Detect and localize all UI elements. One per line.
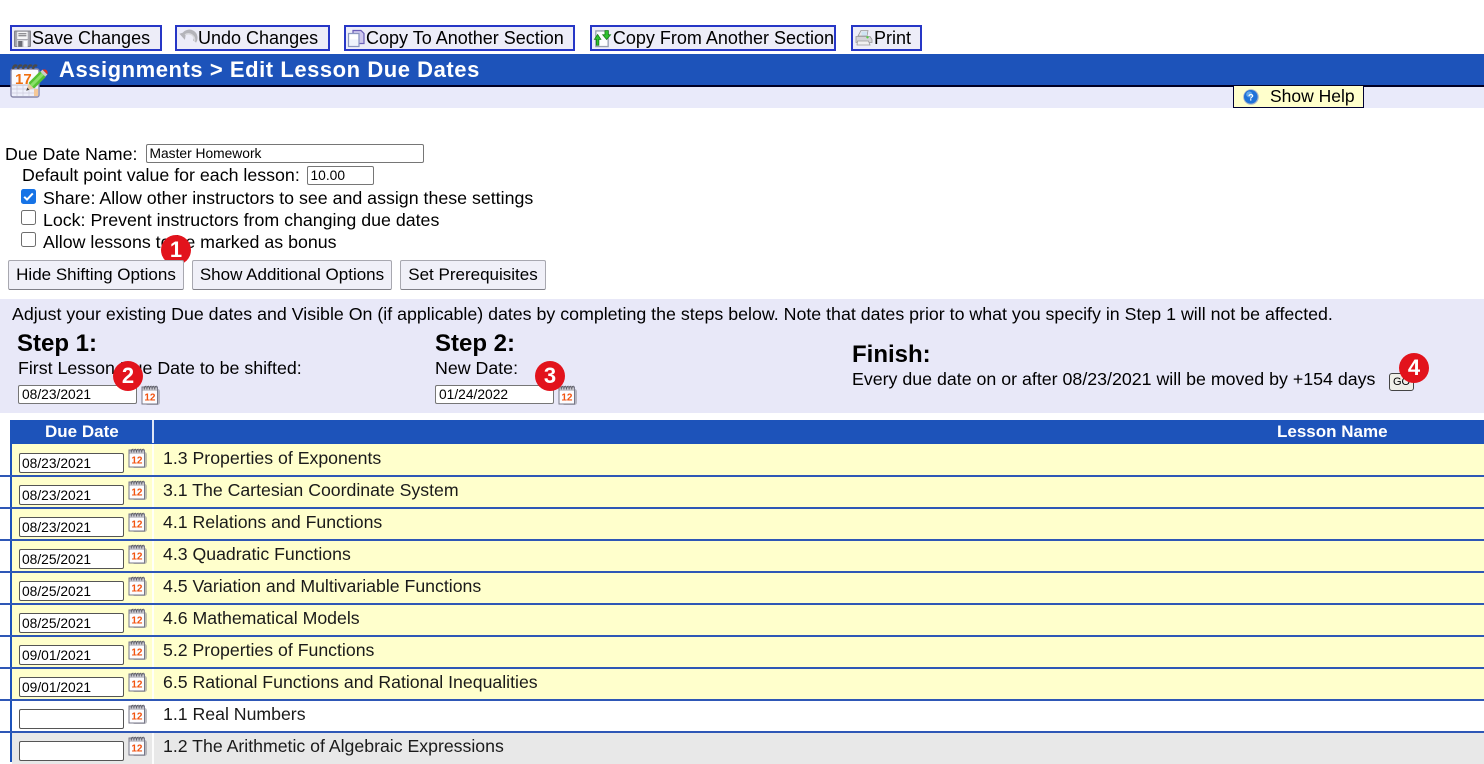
svg-text:12: 12: [561, 393, 573, 404]
svg-text:12: 12: [131, 583, 143, 594]
svg-text:12: 12: [131, 679, 143, 690]
svg-text:12: 12: [131, 711, 143, 722]
svg-text:?: ?: [1248, 92, 1254, 103]
svg-text:12: 12: [144, 393, 156, 404]
svg-text:12: 12: [131, 647, 143, 658]
svg-text:12: 12: [131, 455, 143, 466]
svg-text:12: 12: [131, 519, 143, 530]
svg-text:12: 12: [131, 551, 143, 562]
svg-text:12: 12: [131, 615, 143, 626]
svg-text:12: 12: [131, 743, 143, 754]
svg-text:12: 12: [131, 487, 143, 498]
